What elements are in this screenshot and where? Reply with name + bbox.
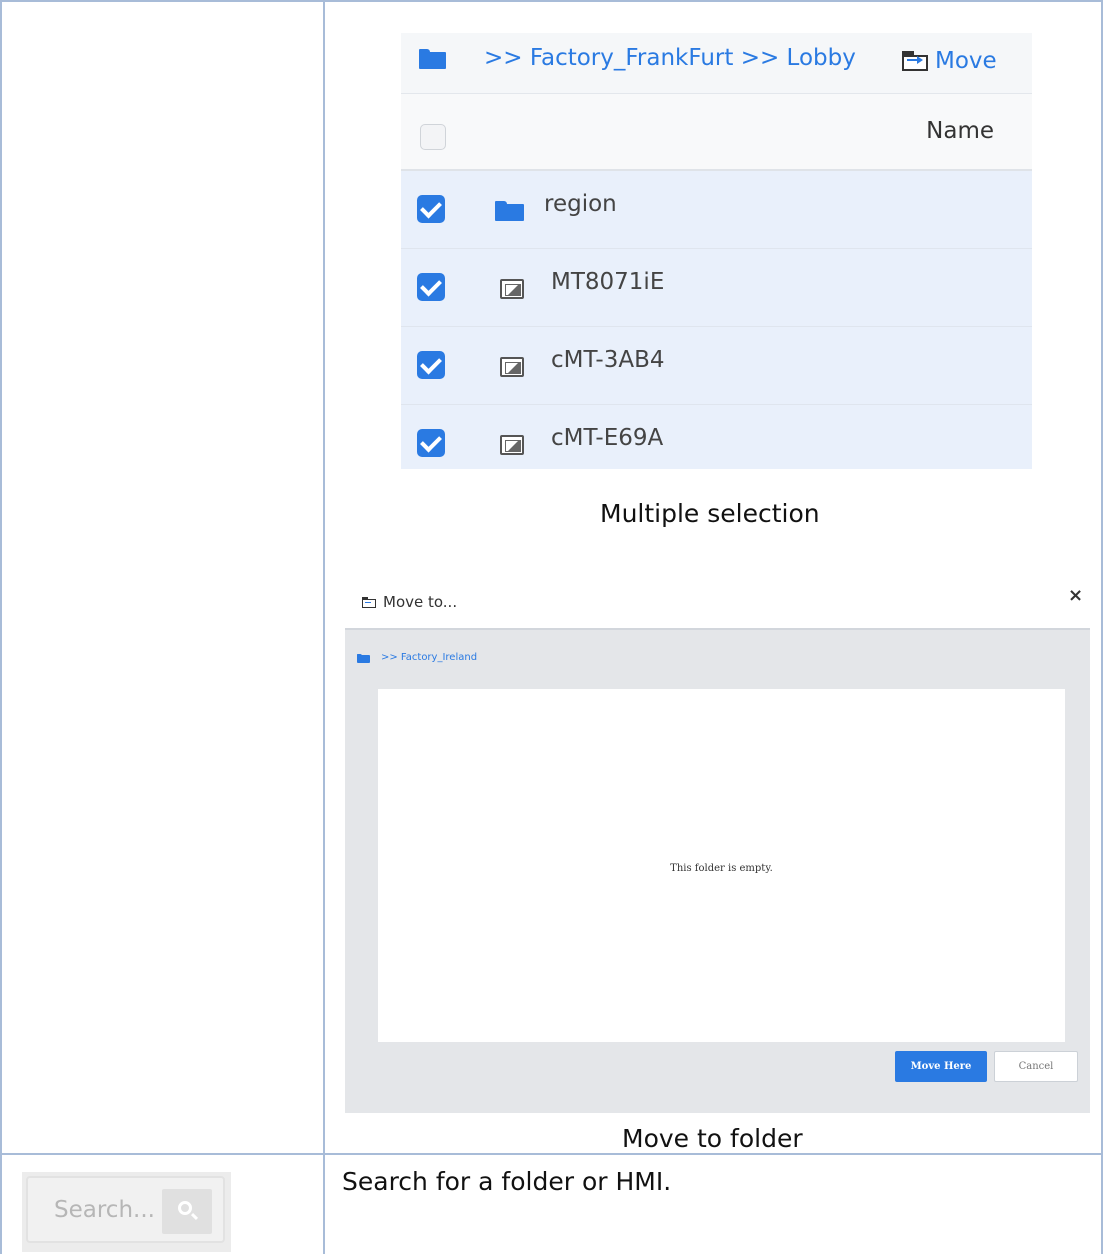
hmi-device-icon bbox=[500, 279, 524, 299]
close-icon[interactable]: × bbox=[1068, 585, 1083, 606]
dialog-breadcrumb[interactable]: >> Factory_Ireland bbox=[381, 652, 477, 663]
move-button[interactable]: Move bbox=[902, 45, 997, 77]
cancel-button[interactable]: Cancel bbox=[994, 1051, 1078, 1082]
table-column-divider bbox=[323, 0, 325, 1254]
item-name: cMT-E69A bbox=[551, 425, 664, 451]
breadcrumb[interactable]: >> Factory_FrankFurt >> Lobby bbox=[484, 45, 856, 71]
row-checkbox[interactable] bbox=[417, 195, 445, 223]
empty-folder-message: This folder is empty. bbox=[670, 863, 773, 874]
table-row-divider bbox=[0, 1153, 1103, 1155]
search-button[interactable] bbox=[162, 1189, 212, 1234]
row-checkbox[interactable] bbox=[417, 351, 445, 379]
table-left-border bbox=[0, 0, 2, 1254]
item-name: cMT-3AB4 bbox=[551, 347, 665, 373]
file-list-toolbar: >> Factory_FrankFurt >> Lobby Move bbox=[401, 33, 1032, 94]
row-checkbox[interactable] bbox=[417, 273, 445, 301]
row-checkbox[interactable] bbox=[417, 429, 445, 457]
file-list-panel: >> Factory_FrankFurt >> Lobby Move Name … bbox=[401, 33, 1032, 469]
move-folder-icon bbox=[362, 596, 376, 608]
folder-contents-area: This folder is empty. bbox=[378, 689, 1065, 1042]
move-button-label: Move bbox=[935, 48, 997, 74]
hmi-device-icon bbox=[500, 357, 524, 377]
caption-move-to-folder: Move to folder bbox=[622, 1124, 803, 1153]
folder-icon[interactable] bbox=[419, 49, 446, 69]
item-name: region bbox=[544, 191, 617, 217]
table-header-row: Name bbox=[401, 94, 1032, 171]
dialog-title-text: Move to... bbox=[383, 593, 458, 611]
list-item[interactable]: region bbox=[401, 171, 1032, 249]
move-here-button[interactable]: Move Here bbox=[895, 1051, 987, 1082]
search-input[interactable]: Search... bbox=[26, 1176, 225, 1243]
item-name: MT8071iE bbox=[551, 269, 665, 295]
folder-icon[interactable] bbox=[357, 654, 370, 663]
hmi-device-icon bbox=[500, 435, 524, 455]
table-top-border bbox=[0, 0, 1103, 2]
search-icon bbox=[178, 1201, 192, 1215]
list-item[interactable]: cMT-E69A bbox=[401, 405, 1032, 469]
select-all-checkbox[interactable] bbox=[420, 124, 446, 150]
search-description: Search for a folder or HMI. bbox=[342, 1167, 672, 1196]
move-folder-icon bbox=[902, 51, 928, 71]
search-placeholder: Search... bbox=[54, 1197, 155, 1223]
list-item[interactable]: cMT-3AB4 bbox=[401, 327, 1032, 405]
caption-multiple-selection: Multiple selection bbox=[600, 499, 820, 528]
list-item[interactable]: MT8071iE bbox=[401, 249, 1032, 327]
column-header-name[interactable]: Name bbox=[926, 118, 994, 144]
search-widget: Search... bbox=[22, 1172, 231, 1252]
folder-icon bbox=[495, 201, 524, 221]
dialog-title: Move to... bbox=[362, 593, 457, 611]
